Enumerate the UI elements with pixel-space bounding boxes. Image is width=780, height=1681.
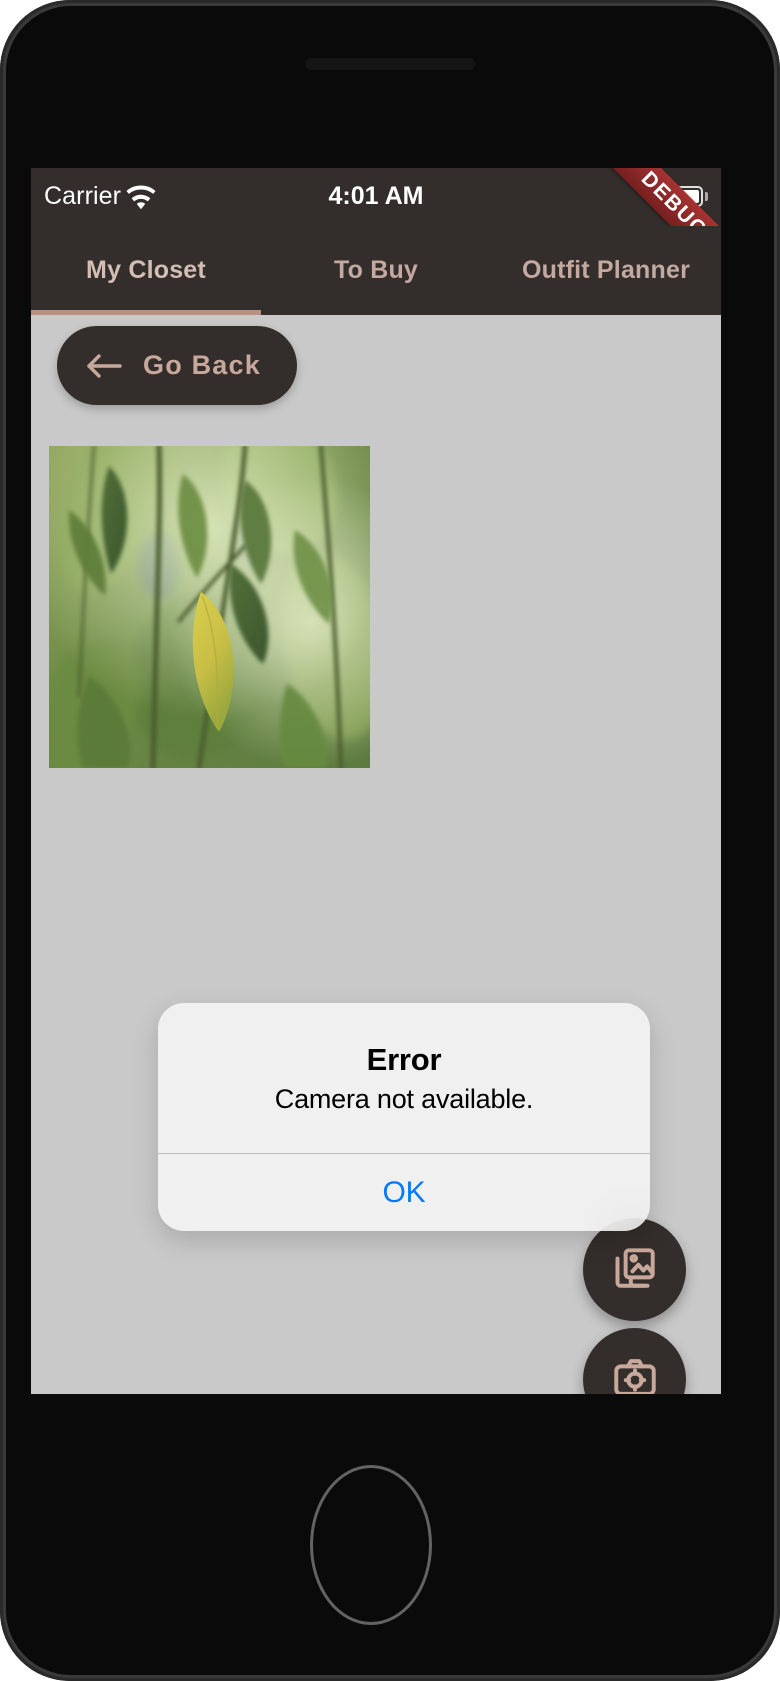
gallery-fab[interactable]	[583, 1218, 686, 1321]
camera-target-icon	[610, 1353, 660, 1394]
content-area: Go Back Error Camera not available. OK	[31, 315, 721, 1394]
go-back-button[interactable]: Go Back	[57, 326, 297, 405]
alert-title: Error	[366, 1041, 442, 1077]
arrow-left-icon	[85, 351, 123, 381]
tab-my-closet[interactable]: My Closet	[31, 226, 261, 315]
go-back-label: Go Back	[143, 350, 261, 380]
phone-frame: Carrier 4:01 AM DEBUG My Closet To Buy O…	[0, 0, 780, 1681]
item-photo[interactable]	[49, 446, 370, 768]
speaker-notch	[305, 58, 475, 70]
status-time: 4:01 AM	[328, 181, 424, 210]
tab-bar: My Closet To Buy Outfit Planner	[31, 226, 721, 315]
tab-to-buy[interactable]: To Buy	[261, 226, 491, 315]
battery-tip	[705, 192, 708, 201]
alert-message: Camera not available.	[274, 1083, 534, 1114]
camera-fab[interactable]	[583, 1328, 686, 1394]
tab-outfit-planner[interactable]: Outfit Planner	[491, 226, 721, 315]
photo-library-icon	[610, 1243, 660, 1296]
status-bar: Carrier 4:01 AM DEBUG	[31, 168, 721, 285]
phone-screen: Carrier 4:01 AM DEBUG My Closet To Buy O…	[31, 168, 721, 1394]
alert-body: Error Camera not available.	[158, 1003, 650, 1153]
alert-ok-button[interactable]: OK	[158, 1154, 650, 1231]
home-button[interactable]	[310, 1465, 432, 1625]
error-alert-dialog: Error Camera not available. OK	[158, 1003, 650, 1231]
